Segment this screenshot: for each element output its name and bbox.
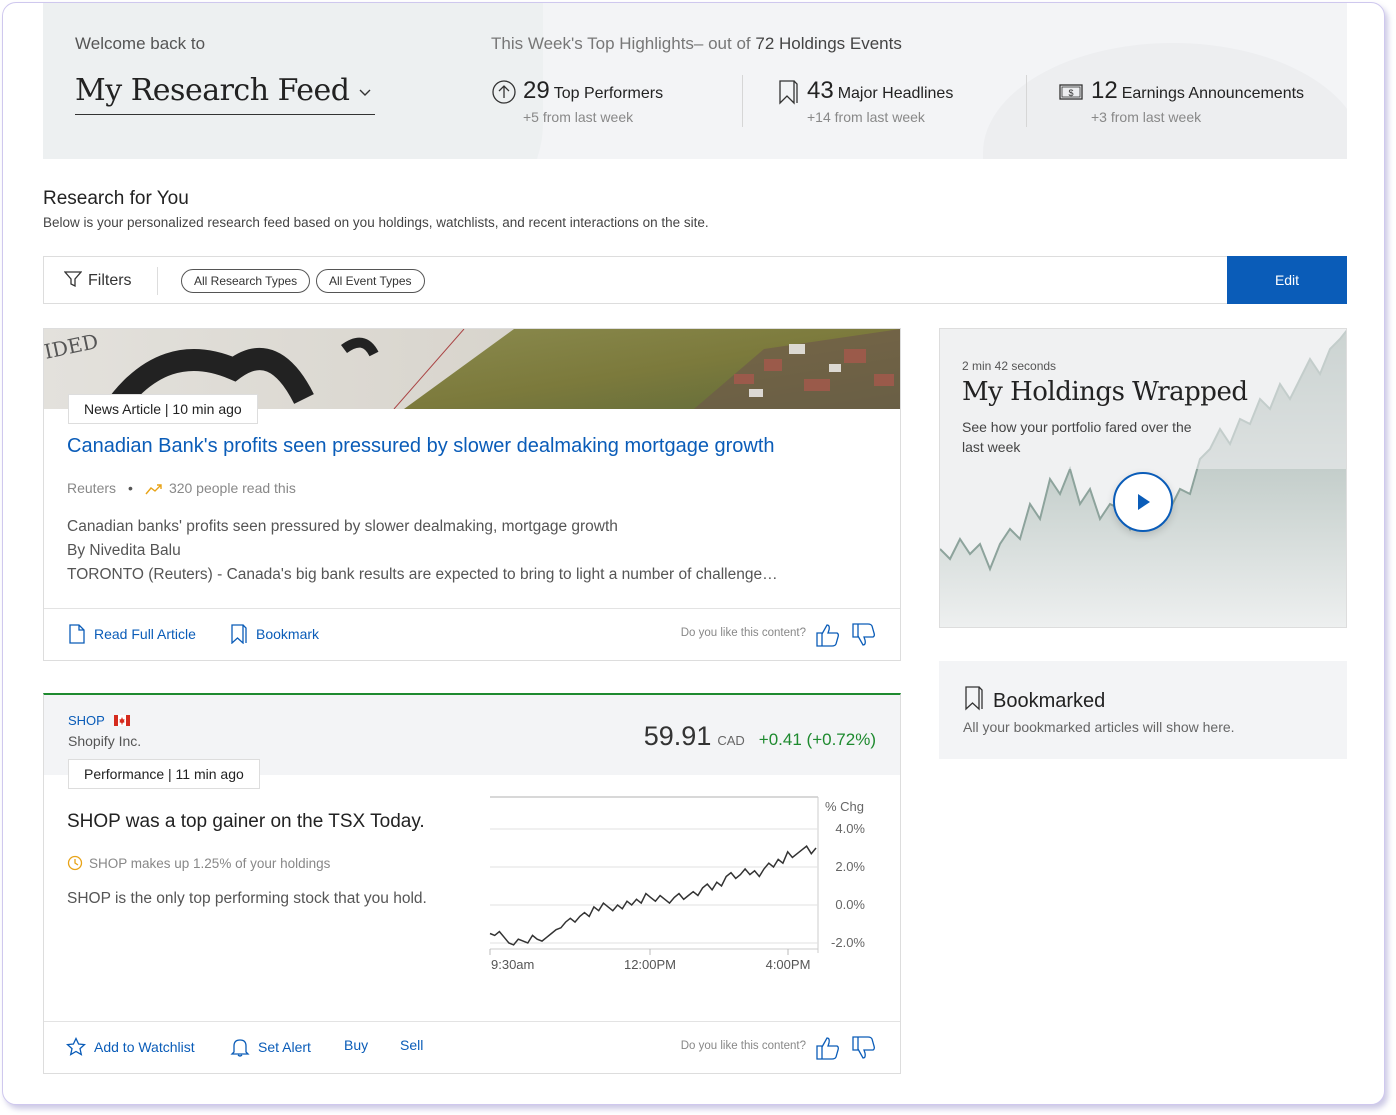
play-button[interactable] xyxy=(1113,472,1173,532)
performance-claim: SHOP was a top gainer on the TSX Today. xyxy=(67,811,425,832)
trending-icon xyxy=(145,484,162,495)
chart-y-ticks: 4.0% 2.0% 0.0% -2.0% xyxy=(831,821,865,950)
y-tick-label: 2.0% xyxy=(835,859,865,874)
x-tick-label: 4:00PM xyxy=(766,957,811,972)
news-card: IDED News Article | 10 min ago Canadian … xyxy=(43,328,901,661)
intraday-chart: 4.0% 2.0% 0.0% -2.0% 9:30am 12:00PM 4:00PM % … xyxy=(489,796,865,972)
feed-title: My Research Feed xyxy=(75,73,350,108)
divider xyxy=(1026,75,1027,127)
feedback-question: Do you like this content? xyxy=(680,627,806,639)
company-name: Shopify Inc. xyxy=(68,733,142,749)
stat-major-headlines[interactable]: 43 Major Headlines +14 from last week xyxy=(775,77,975,129)
stock-card: SHOP Shopify Inc. 59.91 CAD +0.41 (+0.72%)… xyxy=(43,693,901,1074)
y-tick-label: 0.0% xyxy=(835,897,865,912)
sell-button[interactable]: Sell xyxy=(400,1037,423,1053)
article-headline-link[interactable]: Canadian Bank's profits seen pressured b… xyxy=(67,435,775,458)
filter-bar: Filters All Research Types All Event Typ… xyxy=(43,256,1347,304)
performance-tag: Performance | 11 min ago xyxy=(68,759,260,789)
holding-description: SHOP is the only top performing stock th… xyxy=(67,890,427,907)
x-tick-label: 12:00PM xyxy=(624,957,676,972)
stat-top-performers[interactable]: 29 Top Performers +5 from last week xyxy=(491,77,691,129)
feed-selector[interactable]: My Research Feed xyxy=(75,73,375,115)
price-change: +0.41 (+0.72%) xyxy=(758,730,876,749)
divider xyxy=(742,75,743,127)
article-source: Reuters xyxy=(67,480,117,496)
article-type-tag: News Article | 10 min ago xyxy=(68,394,258,424)
video-description: See how your portfolio fared over the la… xyxy=(962,419,1192,455)
y-tick-label: 4.0% xyxy=(835,821,865,836)
app-frame: Welcome back to My Research Feed This We… xyxy=(2,2,1385,1105)
star-icon xyxy=(65,1036,87,1056)
stock-quote: 59.91 CAD +0.41 (+0.72%) xyxy=(644,721,876,752)
filters-button[interactable]: Filters xyxy=(63,270,132,290)
thumbs-up-icon[interactable] xyxy=(815,1035,841,1061)
chart-x-ticks: 9:30am 12:00PM 4:00PM xyxy=(489,949,811,972)
price-line xyxy=(489,844,817,946)
funnel-icon xyxy=(63,271,83,288)
set-alert-button[interactable]: Set Alert xyxy=(230,1037,311,1057)
video-title: My Holdings Wrapped xyxy=(962,377,1248,407)
chip-event-types[interactable]: All Event Types xyxy=(316,269,425,293)
holdings-wrapped-video[interactable]: 2 min 42 seconds My Holdings Wrapped See… xyxy=(939,328,1347,628)
welcome-banner: Welcome back to My Research Feed This We… xyxy=(43,3,1347,159)
highlights-title: This Week's Top Highlights– out of 72 Ho… xyxy=(491,34,902,53)
thumbs-up-icon[interactable] xyxy=(815,622,841,648)
bookmark-icon xyxy=(779,80,798,105)
thumbs-down-icon[interactable] xyxy=(851,1035,877,1061)
feedback-question: Do you like this content? xyxy=(680,1040,806,1052)
canada-flag-icon xyxy=(114,715,130,726)
chart-y-label: % Chg xyxy=(825,799,864,814)
currency: CAD xyxy=(717,733,745,748)
edit-button[interactable]: Edit xyxy=(1227,256,1347,304)
card-footer: Add to Watchlist Set Alert Buy Sell Do y… xyxy=(44,1021,900,1073)
section-title: Research for You xyxy=(43,188,189,209)
bookmarked-title: Bookmarked xyxy=(963,685,1105,713)
video-duration: 2 min 42 seconds xyxy=(962,359,1057,373)
stock-price: 59.91 xyxy=(643,721,712,751)
bookmark-icon xyxy=(965,686,983,711)
arrow-up-circle-icon xyxy=(492,80,516,104)
buy-button[interactable]: Buy xyxy=(344,1037,368,1053)
bell-icon xyxy=(230,1039,250,1057)
article-excerpt: Canadian banks' profits seen pressured b… xyxy=(67,518,778,583)
clock-icon xyxy=(67,855,83,871)
chevron-down-icon xyxy=(359,89,371,96)
play-icon xyxy=(1138,494,1150,510)
card-footer: Read Full Article Bookmark Do you like t… xyxy=(44,608,900,660)
thumbs-down-icon[interactable] xyxy=(851,622,877,648)
readers-count: 320 people read this xyxy=(168,480,296,496)
ticker-link[interactable]: SHOP xyxy=(68,713,105,728)
bookmark-icon xyxy=(231,624,247,645)
bookmarked-empty-message: All your bookmarked articles will show h… xyxy=(963,719,1235,735)
chip-research-types[interactable]: All Research Types xyxy=(181,269,311,293)
y-tick-label: -2.0% xyxy=(831,935,865,950)
holding-note: SHOP makes up 1.25% of your holdings xyxy=(67,855,330,871)
dollar-bill-icon: $ xyxy=(1059,84,1083,100)
section-description: Below is your personalized research feed… xyxy=(43,215,709,230)
read-full-article-button[interactable]: Read Full Article xyxy=(68,624,196,644)
stat-earnings-announcements[interactable]: $ 12 Earnings Announcements +3 from last … xyxy=(1059,77,1329,129)
add-to-watchlist-button[interactable]: Add to Watchlist xyxy=(65,1036,195,1057)
chart-gridlines xyxy=(490,828,818,944)
welcome-text: Welcome back to xyxy=(75,34,206,53)
document-icon xyxy=(69,624,85,644)
article-meta: Reuters • 320 people read this xyxy=(67,480,296,496)
bookmark-button[interactable]: Bookmark xyxy=(230,624,319,645)
svg-text:$: $ xyxy=(1068,88,1073,98)
bookmarked-panel: Bookmarked All your bookmarked articles … xyxy=(939,661,1347,759)
x-tick-label: 9:30am xyxy=(491,957,534,972)
